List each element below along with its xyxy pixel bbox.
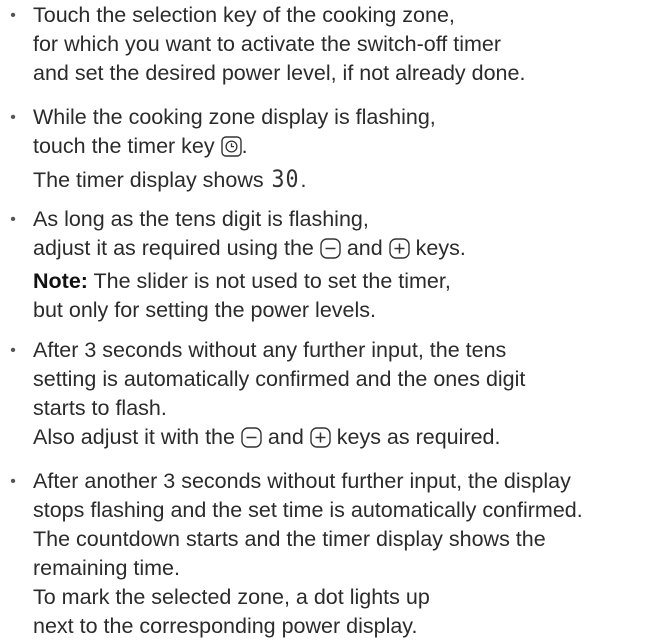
step-text: The timer display shows 30. [33,165,307,193]
bullet-marker: • [10,7,16,24]
bullet-marker: • [10,473,16,490]
instruction-list: • Touch the selection key of the cooking… [0,0,663,638]
bullet-marker: • [10,109,16,126]
step-text: but only for setting the power levels. [33,298,376,322]
step-text: While the cooking zone display is flashi… [33,105,436,129]
step-countdown: • After another 3 seconds without furthe… [0,467,663,641]
step-text: As long as the tens digit is flashing, [33,207,369,231]
step-text: setting is automatically confirmed and t… [33,367,526,391]
step-text: and set the desired power level, if not … [33,61,526,85]
step-touch-timer-key: • While the cooking zone display is flas… [0,103,663,195]
step-text: The countdown starts and the timer displ… [33,527,546,551]
step-text: next to the corresponding power display. [33,614,418,638]
step-text: After another 3 seconds without further … [33,469,571,493]
step-text: adjust it as required using the and keys… [33,234,663,267]
step-adjust-tens: • As long as the tens digit is flashing,… [0,205,663,325]
step-text: Also adjust it with the and keys as requ… [33,423,663,456]
note-label: Note: [33,269,88,293]
step-text: for which you want to activate the switc… [33,32,502,56]
minus-key-icon [320,238,341,267]
step-text: remaining time. [33,556,180,580]
step-text: starts to flash. [33,396,167,420]
step-text: stops flashing and the set time is autom… [33,498,583,522]
minus-key-icon [241,427,262,456]
step-text: touch the timer key . [33,132,663,165]
timer-icon [220,136,242,165]
step-adjust-ones: • After 3 seconds without any further in… [0,336,663,456]
bullet-marker: • [10,211,16,228]
step-text: To mark the selected zone, a dot lights … [33,585,430,609]
note-line: Note: The slider is not used to set the … [33,269,451,293]
timer-display-value: 30 [271,165,299,193]
plus-key-icon [310,427,331,456]
step-text: Touch the selection key of the cooking z… [33,3,455,27]
step-select-zone: • Touch the selection key of the cooking… [0,1,663,88]
step-text: After 3 seconds without any further inpu… [33,338,507,362]
bullet-marker: • [10,342,16,359]
plus-key-icon [388,238,410,267]
